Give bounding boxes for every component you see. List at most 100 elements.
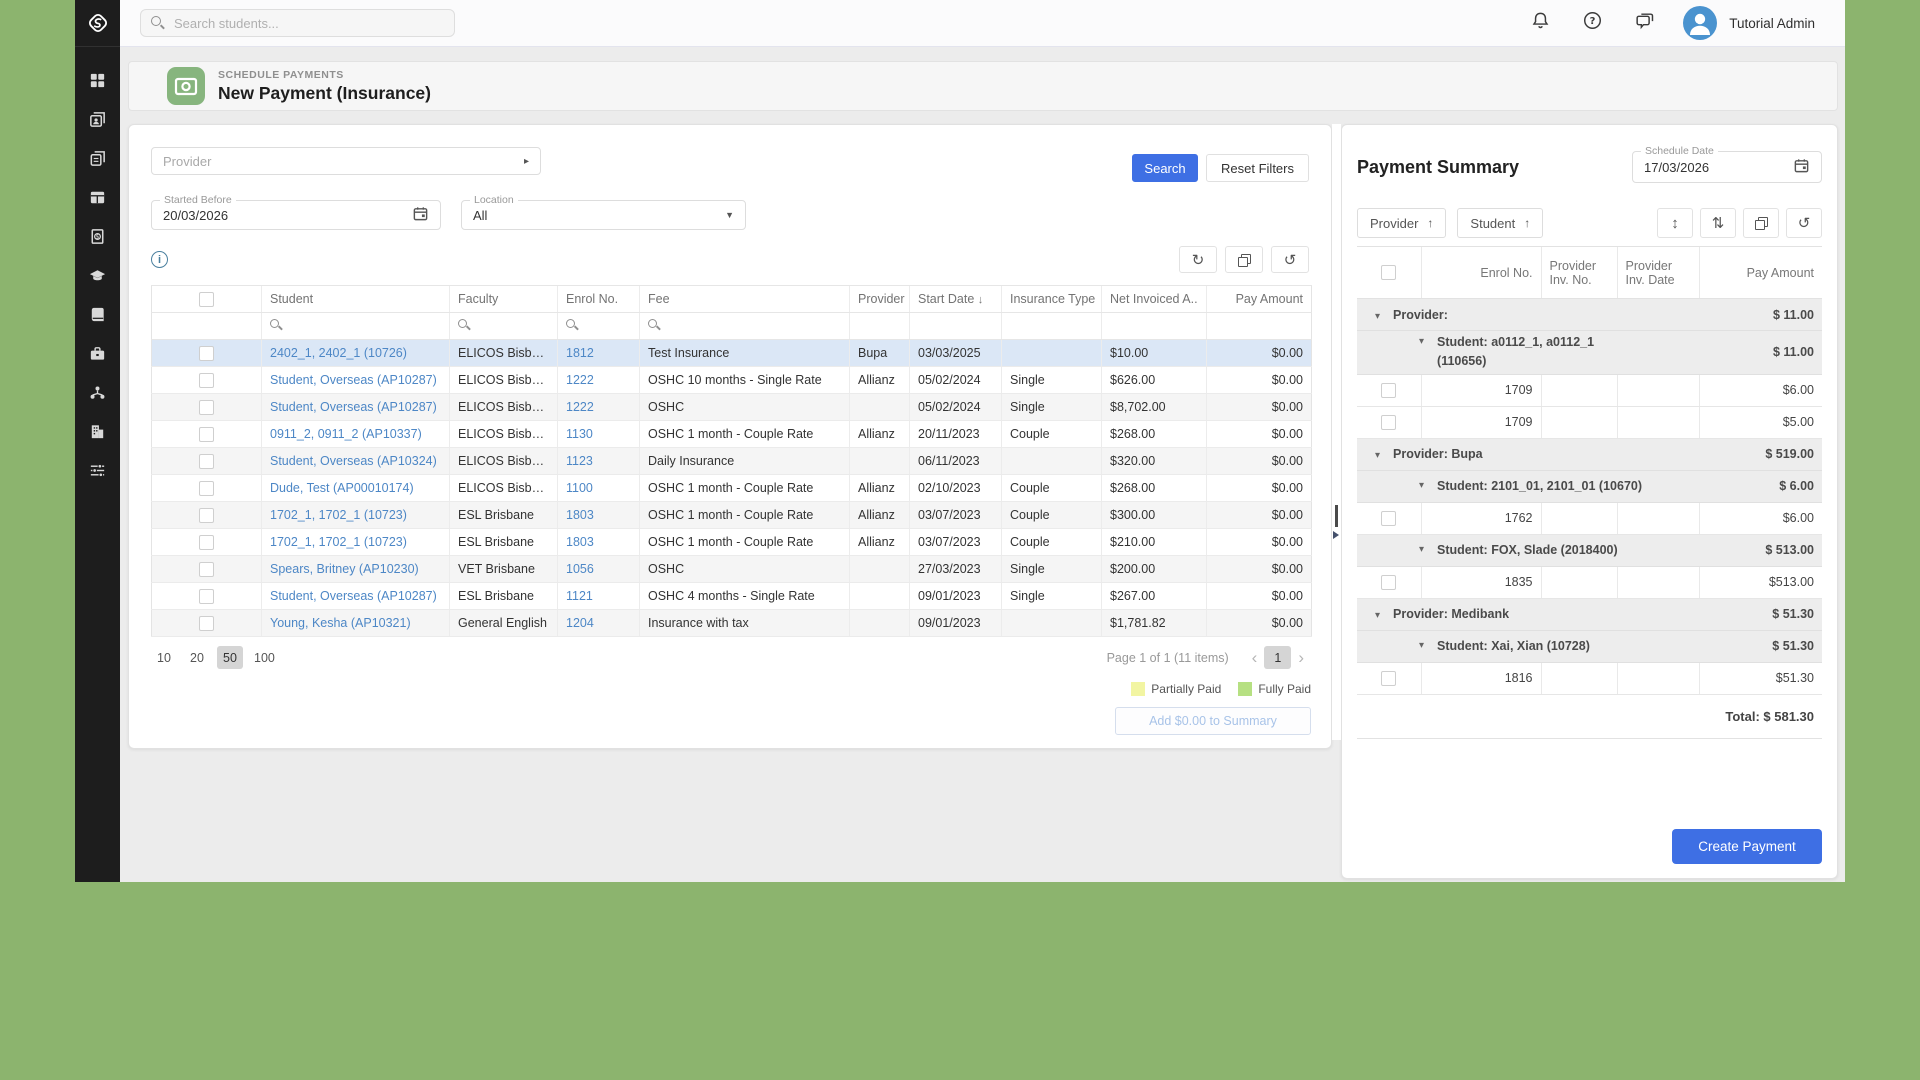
row-checkbox[interactable] — [199, 562, 214, 577]
column-header-enrol-no-[interactable]: Enrol No. — [558, 286, 640, 313]
summary-group-row[interactable]: ▾Provider:$ 11.00 — [1357, 299, 1822, 331]
collapse-caret-icon[interactable]: ▾ — [1375, 311, 1380, 322]
page-size-10[interactable]: 10 — [151, 646, 177, 669]
sidebar-item-dashboard[interactable] — [75, 61, 120, 100]
app-logo[interactable] — [75, 0, 120, 47]
enrol-link[interactable]: 1130 — [566, 427, 593, 441]
collapse-caret-icon[interactable]: ▾ — [1375, 610, 1380, 621]
avatar[interactable] — [1683, 6, 1717, 40]
column-header-net-invoiced-a-[interactable]: Net Invoiced A.. — [1102, 286, 1207, 313]
student-link[interactable]: Dude, Test (AP00010174) — [270, 481, 414, 495]
student-link[interactable]: 0911_2, 0911_2 (AP10337) — [270, 427, 422, 441]
started-before-field[interactable]: Started Before 20/03/2026 — [151, 200, 441, 230]
summary-group-row[interactable]: ▾Provider: Medibank$ 51.30 — [1357, 598, 1822, 630]
panel-splitter[interactable] — [1332, 124, 1341, 740]
enrol-link[interactable]: 1204 — [566, 616, 594, 630]
page-size-50[interactable]: 50 — [217, 646, 243, 669]
location-field[interactable]: Location All ▼ — [461, 200, 746, 230]
bell-icon[interactable] — [1530, 10, 1551, 36]
row-checkbox[interactable] — [1381, 383, 1396, 398]
copy-button[interactable] — [1225, 246, 1263, 273]
collapse-all-button[interactable]: ⇅ — [1700, 208, 1736, 238]
reset-filters-button[interactable]: Reset Filters — [1206, 154, 1309, 182]
history-button[interactable]: ↺ — [1786, 208, 1822, 238]
row-checkbox[interactable] — [199, 481, 214, 496]
student-link[interactable]: 1702_1, 1702_1 (10723) — [270, 535, 407, 549]
sort-chip-student[interactable]: Student↑ — [1457, 208, 1543, 238]
summary-group-row[interactable]: ▾Student: a0112_1, a0112_1 (110656)$ 11.… — [1357, 331, 1822, 375]
summary-row[interactable]: 1762$6.00 — [1357, 502, 1822, 534]
column-header-pay-amount[interactable]: Pay Amount — [1207, 286, 1312, 313]
prev-page-icon[interactable]: ‹ — [1252, 649, 1258, 666]
table-row[interactable]: Young, Kesha (AP10321)General English120… — [152, 610, 1312, 637]
summary-row[interactable]: 1709$6.00 — [1357, 374, 1822, 406]
table-row[interactable]: Student, Overseas (AP10324)ELICOS Bisban… — [152, 448, 1312, 475]
summary-group-row[interactable]: ▾Student: FOX, Slade (2018400)$ 513.00 — [1357, 534, 1822, 566]
filter-search-icon[interactable] — [458, 318, 471, 331]
row-checkbox[interactable] — [199, 400, 214, 415]
chat-icon[interactable] — [1634, 10, 1655, 36]
collapse-caret-icon[interactable]: ▾ — [1419, 480, 1424, 491]
filter-search-icon[interactable] — [648, 318, 661, 331]
student-link[interactable]: 2402_1, 2402_1 (10726) — [270, 346, 407, 360]
column-header-student[interactable]: Student — [262, 286, 450, 313]
collapse-caret-icon[interactable]: ▾ — [1419, 544, 1424, 555]
add-to-summary-button[interactable]: Add $0.00 to Summary — [1115, 707, 1311, 735]
enrol-link[interactable]: 1812 — [566, 346, 594, 360]
student-link[interactable]: Student, Overseas (AP10287) — [270, 373, 437, 387]
enrol-link[interactable]: 1100 — [566, 481, 593, 495]
enrol-link[interactable]: 1803 — [566, 535, 594, 549]
summary-row[interactable]: 1709$5.00 — [1357, 406, 1822, 438]
filter-search-icon[interactable] — [270, 318, 283, 331]
calendar-icon[interactable] — [1793, 157, 1810, 177]
enrol-link[interactable]: 1121 — [566, 589, 593, 603]
summary-select-all-checkbox[interactable] — [1381, 265, 1396, 280]
sidebar-item-invoice[interactable] — [75, 217, 120, 256]
row-checkbox[interactable] — [199, 616, 214, 631]
sidebar-item-services[interactable] — [75, 334, 120, 373]
student-link[interactable]: Student, Overseas (AP10324) — [270, 454, 437, 468]
summary-column-provider-inv-no-[interactable]: Provider Inv. No. — [1541, 247, 1617, 299]
sort-chip-provider[interactable]: Provider↑ — [1357, 208, 1446, 238]
sidebar-item-documents[interactable] — [75, 139, 120, 178]
schedule-date-field[interactable]: Schedule Date 17/03/2026 — [1632, 151, 1822, 183]
table-row[interactable]: Spears, Britney (AP10230)VET Brisbane105… — [152, 556, 1312, 583]
enrol-link[interactable]: 1056 — [566, 562, 594, 576]
collapse-caret-icon[interactable]: ▾ — [1419, 336, 1424, 347]
page-size-100[interactable]: 100 — [250, 646, 279, 669]
row-checkbox[interactable] — [199, 535, 214, 550]
refresh-button[interactable]: ↻ — [1179, 246, 1217, 273]
sidebar-item-campus[interactable] — [75, 412, 120, 451]
row-checkbox[interactable] — [1381, 511, 1396, 526]
user-menu[interactable]: Tutorial Admin — [1683, 6, 1845, 40]
row-checkbox[interactable] — [1381, 575, 1396, 590]
row-checkbox[interactable] — [1381, 415, 1396, 430]
create-payment-button[interactable]: Create Payment — [1672, 829, 1822, 864]
enrol-link[interactable]: 1222 — [566, 400, 594, 414]
student-link[interactable]: Young, Kesha (AP10321) — [270, 616, 411, 630]
sidebar-item-agents[interactable] — [75, 373, 120, 412]
student-link[interactable]: Student, Overseas (AP10287) — [270, 589, 437, 603]
row-checkbox[interactable] — [199, 427, 214, 442]
enrol-link[interactable]: 1222 — [566, 373, 594, 387]
row-checkbox[interactable] — [1381, 671, 1396, 686]
student-link[interactable]: 1702_1, 1702_1 (10723) — [270, 508, 407, 522]
row-checkbox[interactable] — [199, 373, 214, 388]
global-search-input[interactable]: Search students... — [140, 9, 455, 37]
row-checkbox[interactable] — [199, 589, 214, 604]
copy-button[interactable] — [1743, 208, 1779, 238]
calendar-icon[interactable] — [412, 205, 429, 225]
summary-column-provider-inv-date[interactable]: Provider Inv. Date — [1617, 247, 1699, 299]
enrol-link[interactable]: 1803 — [566, 508, 594, 522]
table-row[interactable]: Student, Overseas (AP10287)ELICOS Bisban… — [152, 394, 1312, 421]
summary-row[interactable]: 1816$51.30 — [1357, 662, 1822, 694]
summary-group-row[interactable]: ▾Student: 2101_01, 2101_01 (10670)$ 6.00 — [1357, 470, 1822, 502]
help-icon[interactable] — [1582, 10, 1603, 36]
provider-filter-input[interactable]: Provider ▸ — [151, 147, 541, 175]
summary-row[interactable]: 1835$513.00 — [1357, 566, 1822, 598]
summary-group-row[interactable]: ▾Provider: Bupa$ 519.00 — [1357, 438, 1822, 470]
sidebar-item-settings-sliders[interactable] — [75, 451, 120, 490]
sidebar-item-courses[interactable] — [75, 256, 120, 295]
student-link[interactable]: Spears, Britney (AP10230) — [270, 562, 419, 576]
column-header-faculty[interactable]: Faculty — [450, 286, 558, 313]
